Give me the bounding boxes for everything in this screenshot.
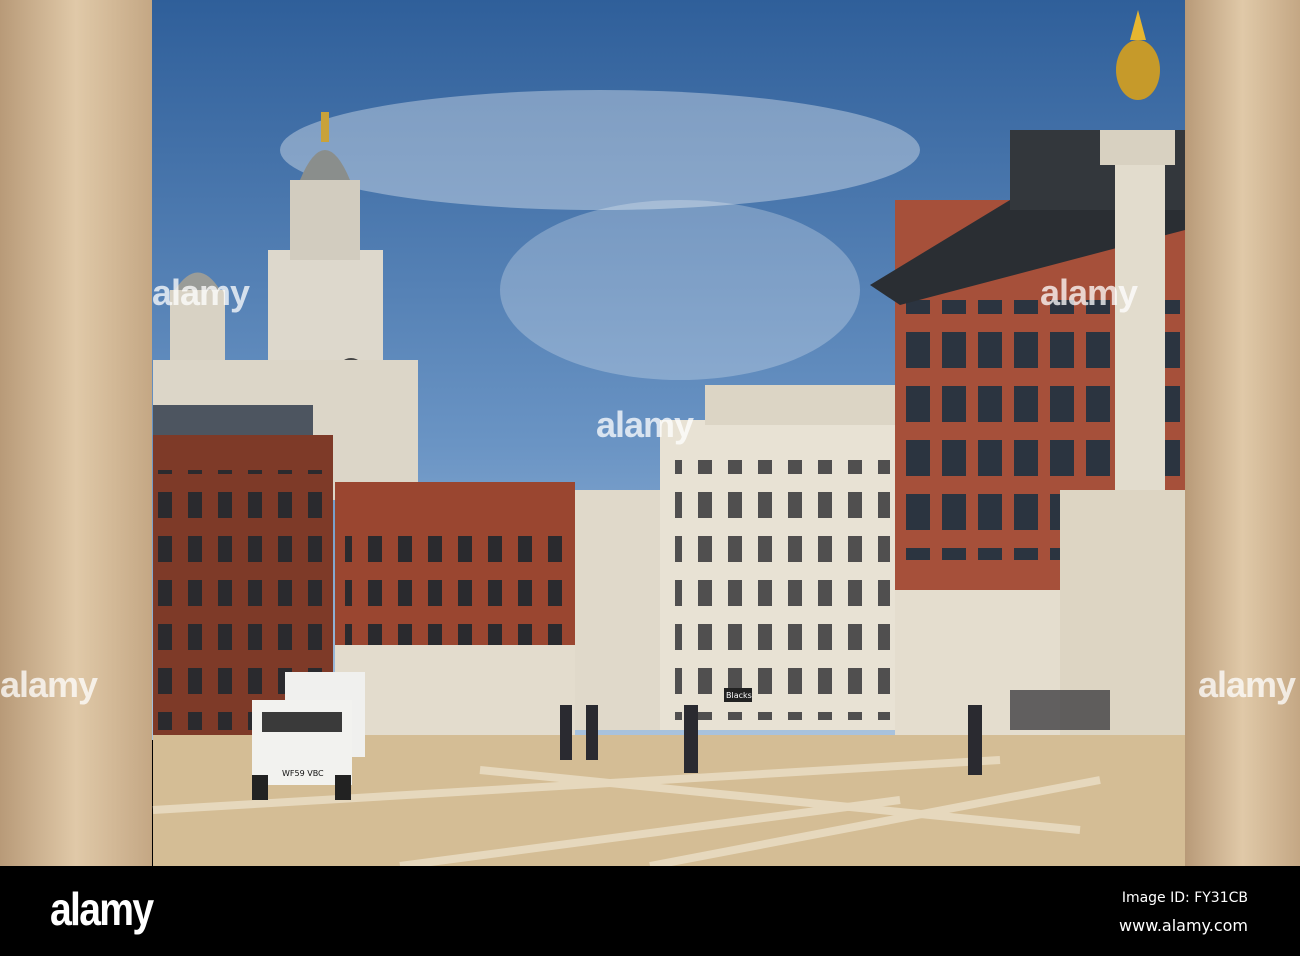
right-column xyxy=(1185,0,1300,866)
watermark: alamy xyxy=(1040,272,1138,313)
shop-sign: Blacks xyxy=(726,691,752,700)
left-column xyxy=(0,0,152,866)
brick-building-center xyxy=(335,482,575,735)
watermark: alamy xyxy=(152,272,250,313)
watermark: alamy xyxy=(1198,664,1296,705)
image-id: Image ID: FY31CB xyxy=(1121,890,1248,906)
license-plate: WF59 VBC xyxy=(282,769,324,778)
alamy-logo: alamy xyxy=(50,883,154,935)
footer-bar: alamy Image ID: FY31CB www.alamy.com xyxy=(0,866,1300,956)
watermark: alamy xyxy=(0,664,98,705)
site-url: www.alamy.com xyxy=(1119,916,1248,935)
watermark: alamy xyxy=(596,404,694,445)
